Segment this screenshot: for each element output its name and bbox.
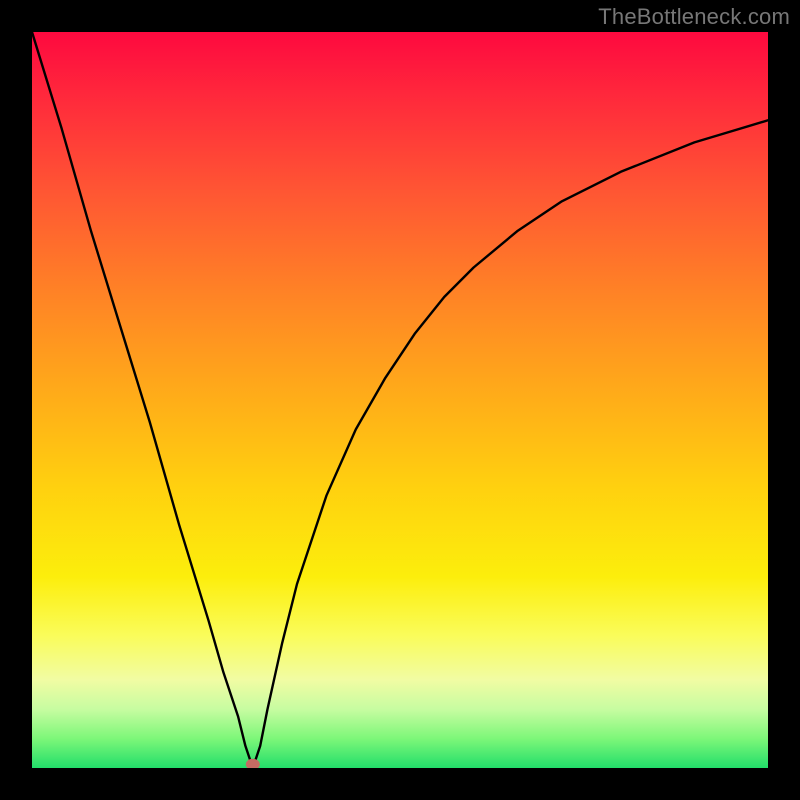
watermark-text: TheBottleneck.com [598, 4, 790, 30]
chart-frame: TheBottleneck.com [0, 0, 800, 800]
bottleneck-curve [32, 32, 768, 768]
curve-layer [32, 32, 768, 768]
minimum-marker [246, 759, 260, 768]
plot-area [32, 32, 768, 768]
